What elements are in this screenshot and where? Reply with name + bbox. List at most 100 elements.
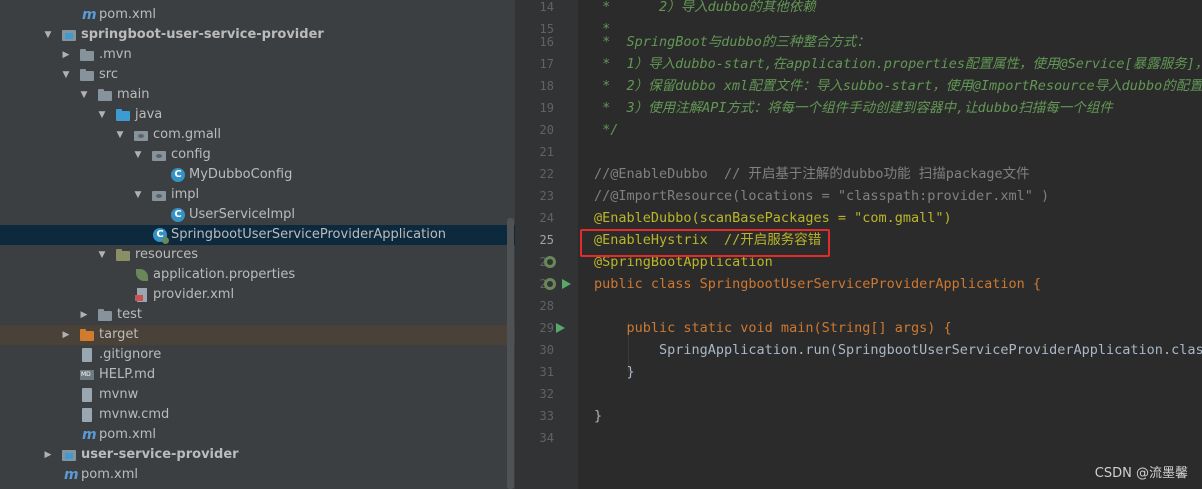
tree-item-label: user-service-provider (81, 447, 239, 462)
tree-item-label: .gitignore (99, 347, 162, 362)
tree-item-impl[interactable]: ▼ impl (0, 185, 516, 205)
gitignore-icon (80, 348, 94, 362)
line-number: 32 (539, 387, 554, 401)
markdown-icon (80, 368, 94, 382)
tree-item-com-gmall[interactable]: ▼ com.gmall (0, 125, 516, 145)
tree-item-target[interactable]: ▶ target (0, 325, 516, 345)
tree-item-config[interactable]: ▼ config (0, 145, 516, 165)
tree-item-springboot-user-service-provider[interactable]: ▼ springboot-user-service-provider (0, 25, 516, 45)
tree-item-application-properties[interactable]: application.properties (0, 265, 516, 285)
tree-item-springbootuserserviceproviderapplication[interactable]: C SpringbootUserServiceProviderApplicati… (0, 225, 516, 245)
module-folder-icon (62, 28, 76, 42)
code-line: * 2）导入dubbo的其他依赖 (594, 0, 816, 15)
editor-gutter: 14 15 16 17 18 19 20 21 22 23 24 25 26 2… (516, 0, 591, 489)
run-icon[interactable] (554, 322, 566, 334)
line-number: 21 (539, 145, 554, 159)
line-number: 14 (539, 0, 554, 14)
tree-item-pom-xml[interactable]: m pom.xml (0, 5, 516, 25)
chevron-down-icon[interactable]: ▼ (60, 65, 72, 85)
chevron-down-icon[interactable]: ▼ (132, 185, 144, 205)
tree-item-label: test (117, 307, 142, 322)
project-tree-panel: m pom.xml ▼ springboot-user-service-prov… (0, 0, 516, 489)
excluded-folder-icon (80, 328, 94, 342)
tree-item-label: pom.xml (81, 467, 138, 482)
tree-item-help-md[interactable]: HELP.md (0, 365, 516, 385)
tree-item-label: pom.xml (99, 7, 156, 22)
line-number: 25 (539, 233, 554, 247)
tree-item-label: UserServiceImpl (189, 207, 296, 222)
chevron-right-icon[interactable]: ▶ (60, 45, 72, 65)
code-line: * SpringBoot与dubbo的三种整合方式： (594, 34, 870, 50)
run-icon[interactable] (560, 278, 572, 290)
package-icon (152, 188, 166, 202)
chevron-down-icon[interactable]: ▼ (132, 145, 144, 165)
tree-item-mvnw-cmd[interactable]: mvnw.cmd (0, 405, 516, 425)
tree-item-label: .mvn (99, 47, 132, 62)
line-number: 28 (539, 299, 554, 313)
code-line: //@ImportResource(locations = "classpath… (594, 188, 1050, 204)
tree-item-mydubboconfig[interactable]: C MyDubboConfig (0, 165, 516, 185)
line-number: 24 (539, 211, 554, 225)
code-line: * 3）使用注解API方式：将每一个组件手动创建到容器中,让dubbo扫描每一个… (594, 100, 1113, 116)
tree-item-pom-xml[interactable]: m pom.xml (0, 425, 516, 445)
line-number: 29 (539, 321, 554, 335)
tree-item-gitignore[interactable]: .gitignore (0, 345, 516, 365)
chevron-right-icon[interactable]: ▶ (78, 305, 90, 325)
chevron-right-icon[interactable]: ▶ (60, 325, 72, 345)
file-icon (80, 388, 94, 402)
line-number: 33 (539, 409, 554, 423)
tree-item-root-pom-xml[interactable]: m pom.xml (0, 465, 516, 485)
tree-item-src[interactable]: ▼ src (0, 65, 516, 85)
spring-properties-icon (135, 268, 149, 282)
spring-bean-icon[interactable] (544, 256, 556, 268)
tree-item-label: springboot-user-service-provider (81, 27, 324, 42)
tree-item-label: SpringbootUserServiceProviderApplication (171, 227, 447, 242)
line-number: 16 (539, 35, 554, 49)
line-number: 23 (539, 189, 554, 203)
tree-item-label: com.gmall (153, 127, 222, 142)
tree-item-mvn[interactable]: ▶ .mvn (0, 45, 516, 65)
chevron-down-icon[interactable]: ▼ (96, 245, 108, 265)
tree-item-label: main (117, 87, 150, 102)
spring-bean-icon[interactable] (544, 278, 556, 290)
package-icon (134, 128, 148, 142)
tree-item-provider-xml[interactable]: provider.xml (0, 285, 516, 305)
chevron-right-icon[interactable]: ▶ (42, 445, 54, 465)
tree-item-test[interactable]: ▶ test (0, 305, 516, 325)
tree-item-java[interactable]: ▼ java (0, 105, 516, 125)
code-line: public static void main(String[] args) { (594, 320, 952, 336)
tree-item-label: mvnw.cmd (99, 407, 170, 422)
code-line: } (594, 408, 603, 424)
tree-item-user-service-provider[interactable]: ▶ user-service-provider (0, 445, 516, 465)
chevron-down-icon[interactable]: ▼ (114, 125, 126, 145)
tree-item-resources[interactable]: ▼ resources (0, 245, 516, 265)
folder-icon (98, 88, 112, 102)
tree-item-userserviceimpl[interactable]: C UserServiceImpl (0, 205, 516, 225)
maven-pom-icon: m (64, 467, 79, 483)
watermark: CSDN @流墨馨 (1094, 466, 1188, 481)
code-line: public class SpringbootUserServiceProvid… (594, 276, 1042, 292)
tree-item-label: mvnw (99, 387, 139, 402)
line-number: 20 (539, 123, 554, 137)
spring-boot-class-icon: C (153, 228, 169, 244)
folder-icon (80, 68, 94, 82)
tree-item-label: application.properties (153, 267, 296, 282)
tree-item-main[interactable]: ▼ main (0, 85, 516, 105)
tree-item-label: pom.xml (99, 427, 156, 442)
chevron-down-icon[interactable]: ▼ (42, 25, 54, 45)
line-number: 30 (539, 343, 554, 357)
tree-scrollbar[interactable] (507, 218, 514, 489)
annotation-highlight-box (580, 229, 830, 257)
line-number: 34 (539, 431, 554, 445)
code-line: } (594, 364, 635, 380)
source-folder-icon (116, 108, 130, 122)
package-icon (152, 148, 166, 162)
tree-item-label: config (171, 147, 211, 162)
chevron-down-icon[interactable]: ▼ (78, 85, 90, 105)
folder-icon (80, 48, 94, 62)
tree-item-mvnw[interactable]: mvnw (0, 385, 516, 405)
line-number: 31 (539, 365, 554, 379)
code-line: * 2）保留dubbo xml配置文件：导入subbo-start，使用@Imp… (594, 78, 1202, 94)
chevron-down-icon[interactable]: ▼ (96, 105, 108, 125)
code-line: //@EnableDubbo // 开启基于注解的dubbo功能 扫描packa… (594, 166, 1030, 182)
